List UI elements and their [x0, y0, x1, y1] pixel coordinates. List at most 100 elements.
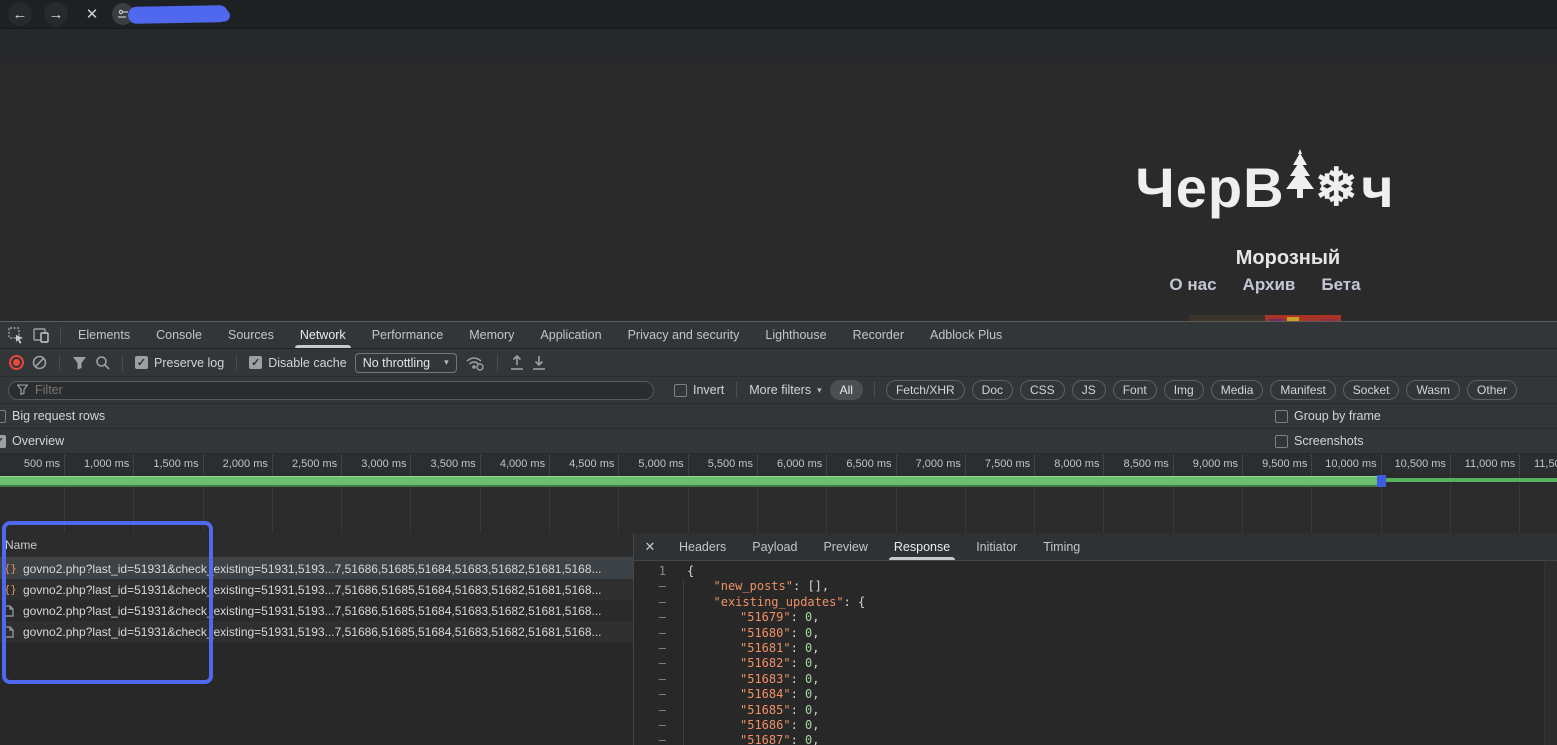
filter-input[interactable]	[8, 381, 654, 400]
tab-privacy-and-security[interactable]: Privacy and security	[615, 322, 753, 348]
nav-link--[interactable]: Бета	[1321, 275, 1360, 295]
record-button[interactable]	[9, 355, 24, 370]
disable-cache-checkbox[interactable]: ✓ Disable cache	[249, 356, 347, 370]
tab-sources[interactable]: Sources	[215, 322, 287, 348]
token: ,	[812, 718, 819, 732]
code-text: {	[666, 564, 694, 579]
code-text: "51681": 0,	[666, 641, 820, 656]
close-icon[interactable]: ✕	[634, 539, 666, 555]
chip-js[interactable]: JS	[1072, 380, 1106, 400]
grid-cell	[1451, 474, 1520, 533]
chip-media[interactable]: Media	[1211, 380, 1264, 400]
token: "51687"	[740, 733, 791, 745]
response-body-viewer[interactable]: 1{–"new_posts": [],–"existing_updates": …	[634, 561, 1557, 745]
divider	[736, 382, 737, 398]
tab-elements[interactable]: Elements	[65, 322, 143, 348]
chip-img[interactable]: Img	[1164, 380, 1204, 400]
tab-performance[interactable]: Performance	[359, 322, 457, 348]
overview-checkbox[interactable]: ✓ Overview	[0, 434, 64, 448]
detail-tab-timing[interactable]: Timing	[1030, 534, 1093, 560]
inspect-element-icon[interactable]	[8, 327, 25, 344]
token: "51679"	[740, 610, 791, 624]
chevron-down-icon: ▾	[444, 357, 449, 368]
table-row[interactable]: govno2.php?last_id=51931&check_existing=…	[0, 600, 633, 621]
chip-css[interactable]: CSS	[1020, 380, 1065, 400]
chip-doc[interactable]: Doc	[972, 380, 1013, 400]
filter-icon[interactable]	[72, 356, 87, 370]
preserve-log-checkbox[interactable]: ✓ Preserve log	[135, 356, 224, 370]
table-row[interactable]: {}govno2.php?last_id=51931&check_existin…	[0, 579, 633, 600]
line-gutter: –	[634, 641, 666, 656]
christmas-tree-icon	[1283, 149, 1317, 199]
tab-adblock-plus[interactable]: Adblock Plus	[917, 322, 1015, 348]
code-text: "51685": 0,	[666, 703, 820, 718]
checkbox-label: Big request rows	[12, 409, 105, 423]
chip-other[interactable]: Other	[1467, 380, 1517, 400]
code-text: "51686": 0,	[666, 718, 820, 733]
code-text: "51679": 0,	[666, 610, 820, 625]
token: :	[791, 641, 805, 655]
big-request-rows-checkbox[interactable]: Big request rows	[0, 409, 105, 423]
code-line: –"51687": 0,	[634, 733, 1557, 745]
detail-tab-payload[interactable]: Payload	[739, 534, 810, 560]
code-line: –"51686": 0,	[634, 718, 1557, 733]
line-gutter: –	[634, 610, 666, 625]
scrollbar[interactable]	[1544, 561, 1557, 745]
import-har-icon[interactable]	[510, 355, 524, 371]
tab-application[interactable]: Application	[527, 322, 614, 348]
device-toolbar-icon[interactable]	[33, 328, 50, 343]
export-har-icon[interactable]	[532, 355, 546, 371]
chip-wasm[interactable]: Wasm	[1406, 380, 1460, 400]
devtools-tabbar: ElementsConsoleSourcesNetworkPerformance…	[0, 322, 1557, 348]
chip-fetch-xhr[interactable]: Fetch/XHR	[886, 380, 965, 400]
table-row[interactable]: govno2.php?last_id=51931&check_existing=…	[0, 621, 633, 642]
detail-tab-response[interactable]: Response	[881, 534, 963, 560]
ruler-tick: 3,000 ms	[342, 454, 411, 474]
screenshots-checkbox[interactable]: Screenshots	[1275, 434, 1543, 448]
chip-font[interactable]: Font	[1113, 380, 1157, 400]
group-by-frame-checkbox[interactable]: Group by frame	[1275, 409, 1543, 423]
line-gutter: –	[634, 703, 666, 718]
tab-network[interactable]: Network	[287, 322, 359, 348]
token: ,	[812, 610, 819, 624]
network-overview[interactable]	[0, 474, 1557, 533]
tab-memory[interactable]: Memory	[456, 322, 527, 348]
token: :	[791, 733, 805, 745]
forward-icon[interactable]: →	[44, 2, 68, 26]
nav-link--[interactable]: О нас	[1169, 275, 1216, 295]
detail-tab-initiator[interactable]: Initiator	[963, 534, 1030, 560]
name-column-header[interactable]: Name	[0, 533, 633, 558]
throttling-select[interactable]: No throttling ▾	[355, 353, 457, 373]
table-row[interactable]: {}govno2.php?last_id=51931&check_existin…	[0, 558, 633, 579]
network-main-split: Name {}govno2.php?last_id=51931&check_ex…	[0, 533, 1557, 745]
code-line: –"51681": 0,	[634, 641, 1557, 656]
chip-socket[interactable]: Socket	[1343, 380, 1400, 400]
ruler-tick: 1,500 ms	[134, 454, 203, 474]
token: ,	[812, 656, 819, 670]
tab-recorder[interactable]: Recorder	[840, 322, 917, 348]
more-filters-label: More filters	[749, 383, 811, 397]
checkbox-label: Group by frame	[1294, 409, 1381, 423]
throttling-value: No throttling	[363, 356, 430, 370]
detail-tab-headers[interactable]: Headers	[666, 534, 739, 560]
network-conditions-icon[interactable]	[465, 355, 485, 371]
chip-manifest[interactable]: Manifest	[1270, 380, 1335, 400]
detail-tab-preview[interactable]: Preview	[810, 534, 880, 560]
code-text: "51684": 0,	[666, 687, 820, 702]
code-text: "51682": 0,	[666, 656, 820, 671]
token: "51681"	[740, 641, 791, 655]
checkbox-label: Disable cache	[268, 356, 347, 370]
token: :	[791, 687, 805, 701]
tab-lighthouse[interactable]: Lighthouse	[752, 322, 839, 348]
chip-all[interactable]: All	[830, 380, 863, 400]
logo-letter: ч	[1361, 155, 1395, 220]
close-icon[interactable]: ✕	[80, 2, 104, 26]
token: :	[791, 656, 805, 670]
search-icon[interactable]	[95, 355, 110, 370]
clear-button[interactable]	[32, 355, 47, 370]
invert-checkbox[interactable]: Invert	[674, 383, 724, 397]
more-filters-button[interactable]: More filters ▾	[749, 383, 821, 397]
tab-console[interactable]: Console	[143, 322, 215, 348]
back-icon[interactable]: ←	[8, 2, 32, 26]
nav-link--[interactable]: Архив	[1243, 275, 1296, 295]
